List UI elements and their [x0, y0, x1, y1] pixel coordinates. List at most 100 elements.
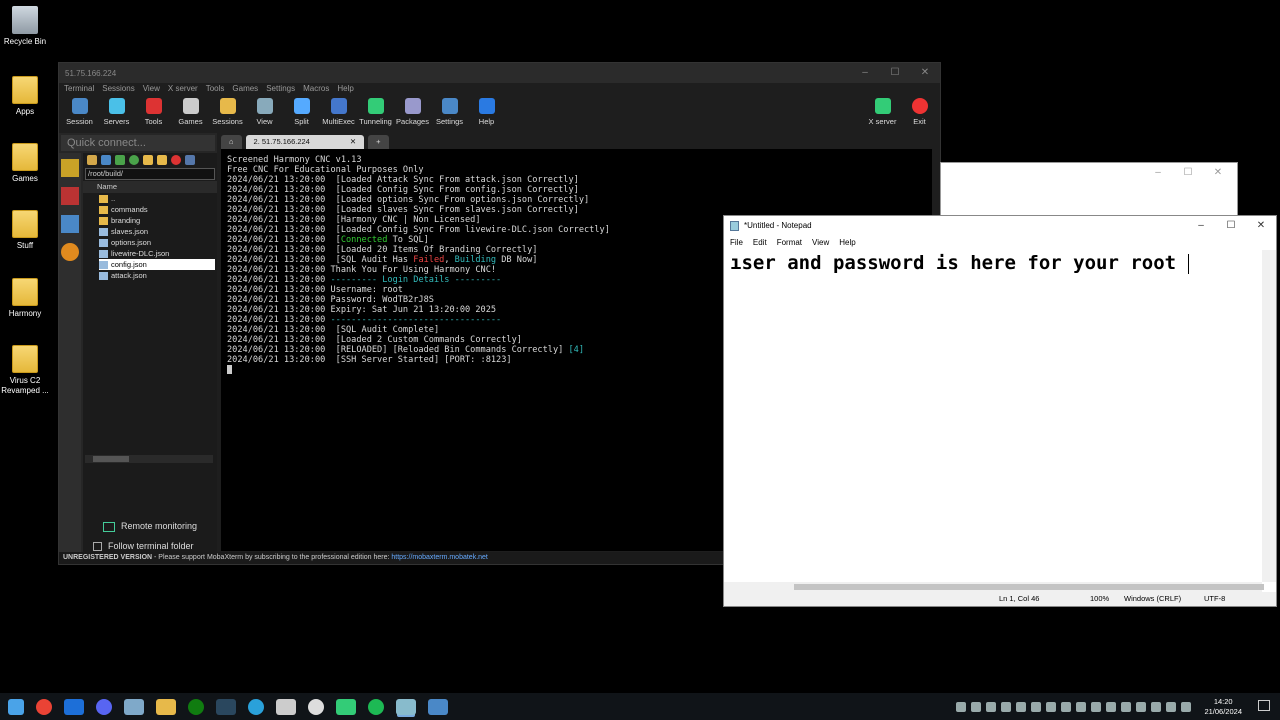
app-icon[interactable]	[308, 698, 324, 715]
notepad-task-icon[interactable]	[396, 698, 416, 715]
follow-terminal-folder-checkbox[interactable]: Follow terminal folder	[93, 541, 194, 551]
toolbar-tunneling-button[interactable]: Tunneling	[357, 95, 394, 131]
chrome-icon[interactable]	[36, 698, 52, 715]
toolbar-tools-button[interactable]: Tools	[135, 95, 172, 131]
notepad-text-area[interactable]: ıser and password is here for your root	[728, 250, 1262, 582]
tab-close-icon[interactable]: ✕	[350, 137, 356, 146]
file-item[interactable]: commands	[83, 204, 217, 215]
new-tab-button[interactable]: +	[368, 135, 389, 149]
menu-item-settings[interactable]: Settings	[266, 83, 295, 95]
refresh-icon[interactable]	[129, 155, 139, 165]
steam-icon[interactable]	[216, 698, 236, 715]
download-icon[interactable]	[101, 155, 111, 165]
moba-link[interactable]: https://mobaxterm.mobatek.net	[391, 554, 488, 561]
menu-item-view[interactable]: View	[812, 236, 829, 250]
column-header-name[interactable]: Name	[83, 181, 217, 193]
horizontal-scrollbar[interactable]	[85, 455, 213, 463]
file-item[interactable]: livewire-DLC.json	[83, 248, 217, 259]
mobaxterm-icon[interactable]	[336, 698, 356, 715]
toolbar-packages-button[interactable]: Packages	[394, 95, 431, 131]
notepad-titlebar[interactable]: *Untitled - Notepad – ☐ ✕	[724, 216, 1276, 236]
spotify-icon[interactable]	[368, 698, 384, 715]
menu-item-help[interactable]: Help	[839, 236, 855, 250]
macros-icon[interactable]	[61, 243, 79, 261]
tray-icon[interactable]	[1136, 701, 1146, 712]
toolbar-split-button[interactable]: Split	[283, 95, 320, 131]
menu-item-edit[interactable]: Edit	[753, 236, 767, 250]
maximize-button[interactable]: ☐	[880, 63, 910, 83]
star-icon[interactable]	[61, 159, 79, 177]
desktop-icon-stuff[interactable]: Stuff	[0, 210, 50, 251]
file-item[interactable]: attack.json	[83, 270, 217, 281]
upload-icon[interactable]	[115, 155, 125, 165]
menu-item-sessions[interactable]: Sessions	[102, 83, 134, 95]
toolbar-session-button[interactable]: Session	[61, 95, 98, 131]
tray-icon[interactable]	[1016, 701, 1026, 712]
toolbar-help-button[interactable]: Help	[468, 95, 505, 131]
tray-icon[interactable]	[1091, 701, 1101, 712]
new-file-icon[interactable]	[157, 155, 167, 165]
tools-icon[interactable]	[61, 187, 79, 205]
new-folder-icon[interactable]	[143, 155, 153, 165]
remote-monitoring-button[interactable]: Remote monitoring	[103, 521, 197, 532]
background-window[interactable]: – ☐ ✕	[940, 162, 1238, 216]
tray-icon[interactable]	[1001, 701, 1011, 712]
menu-item-file[interactable]: File	[730, 236, 743, 250]
tray-icon[interactable]	[971, 701, 981, 712]
telegram-icon[interactable]	[248, 698, 264, 715]
file-item[interactable]: branding	[83, 215, 217, 226]
tray-icon[interactable]	[1121, 701, 1131, 712]
app-icon[interactable]	[428, 698, 448, 715]
vertical-scrollbar[interactable]	[1262, 250, 1276, 582]
xbox-icon[interactable]	[188, 698, 204, 715]
menu-item-x-server[interactable]: X server	[168, 83, 198, 95]
tray-icon[interactable]	[1046, 701, 1056, 712]
app-icon[interactable]	[124, 698, 144, 715]
desktop-icon-virus-c2[interactable]: Virus C2 Revamped ...	[0, 345, 50, 396]
tray-icon[interactable]	[1166, 701, 1176, 712]
delete-icon[interactable]	[171, 155, 181, 165]
file-item[interactable]: slaves.json	[83, 226, 217, 237]
app-icon[interactable]	[64, 698, 84, 715]
desktop-icon-harmony[interactable]: Harmony	[0, 278, 50, 319]
menu-item-view[interactable]: View	[143, 83, 160, 95]
tray-icon[interactable]	[1151, 701, 1161, 712]
file-explorer-icon[interactable]	[156, 698, 176, 715]
maximize-button[interactable]: ☐	[1216, 216, 1246, 236]
minimize-button[interactable]: –	[850, 63, 880, 83]
menu-item-format[interactable]: Format	[777, 236, 802, 250]
notification-icon[interactable]	[1258, 700, 1270, 711]
close-button[interactable]: ✕	[910, 63, 940, 83]
start-icon[interactable]	[8, 698, 24, 715]
desktop-icon-apps[interactable]: Apps	[0, 76, 50, 117]
menu-item-tools[interactable]: Tools	[206, 83, 225, 95]
menu-item-games[interactable]: Games	[232, 83, 258, 95]
quick-connect-input[interactable]: Quick connect...	[61, 135, 215, 151]
folder-up-icon[interactable]	[87, 155, 97, 165]
toolbar-view-button[interactable]: View	[246, 95, 283, 131]
toolbar-games-button[interactable]: Games	[172, 95, 209, 131]
moba-titlebar[interactable]: 51.75.166.224 – ☐ ✕	[59, 63, 940, 83]
toolbar-settings-button[interactable]: Settings	[431, 95, 468, 131]
discord-icon[interactable]	[96, 698, 112, 715]
app-icon[interactable]	[276, 698, 296, 715]
home-tab[interactable]: ⌂	[221, 135, 242, 149]
close-button[interactable]: ✕	[1246, 216, 1276, 236]
menu-item-terminal[interactable]: Terminal	[64, 83, 94, 95]
path-field[interactable]: /root/build/	[85, 168, 215, 180]
tray-icon[interactable]	[1106, 701, 1116, 712]
horizontal-scrollbar[interactable]	[724, 582, 1264, 592]
toolbar-x-server-button[interactable]: X server	[864, 95, 901, 126]
menu-item-macros[interactable]: Macros	[303, 83, 329, 95]
desktop-icon-recycle-bin[interactable]: Recycle Bin	[0, 6, 50, 47]
toolbar-servers-button[interactable]: Servers	[98, 95, 135, 131]
rename-icon[interactable]	[185, 155, 195, 165]
clock[interactable]: 14:20 21/06/2024	[1204, 697, 1242, 717]
file-item[interactable]: options.json	[83, 237, 217, 248]
toolbar-multiexec-button[interactable]: MultiExec	[320, 95, 357, 131]
session-tab[interactable]: 2. 51.75.166.224 ✕	[245, 135, 365, 149]
tray-icon[interactable]	[986, 701, 996, 712]
file-item[interactable]: ..	[83, 193, 217, 204]
tray-icon[interactable]	[1076, 701, 1086, 712]
sftp-icon[interactable]	[61, 215, 79, 233]
